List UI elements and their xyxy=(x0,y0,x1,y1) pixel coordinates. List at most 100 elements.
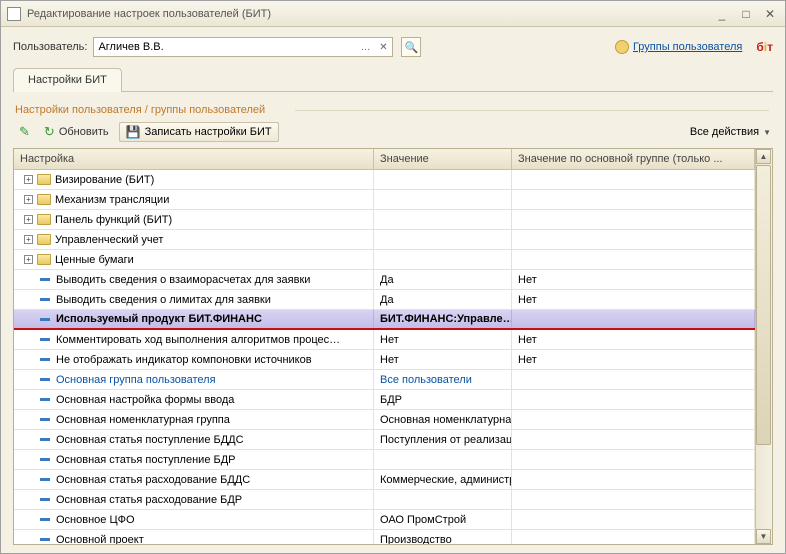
user-field[interactable] xyxy=(94,41,356,53)
table-row[interactable]: Комментировать ход выполнения алгоритмов… xyxy=(14,330,755,350)
cell-value[interactable]: Коммерческие, администра… xyxy=(374,470,512,489)
cell-group-value xyxy=(512,430,755,449)
search-button[interactable]: 🔍 xyxy=(401,37,421,57)
leaf-icon xyxy=(40,538,50,541)
expand-icon[interactable]: + xyxy=(24,175,33,184)
search-icon: 🔍 xyxy=(405,41,419,54)
cell-value[interactable] xyxy=(374,170,512,189)
cell-value[interactable] xyxy=(374,190,512,209)
table-row[interactable]: Основная настройка формы ввода БДР xyxy=(14,390,755,410)
row-label: Основная номенклатурная группа xyxy=(56,414,230,426)
cell-group-value xyxy=(512,450,755,469)
cell-value[interactable]: БИТ.ФИНАНС:Управле… xyxy=(374,310,512,328)
cell-name: Основная настройка формы ввода xyxy=(14,390,374,409)
save-settings-button[interactable]: 💾 Записать настройки БИТ xyxy=(119,122,279,142)
cell-group-value xyxy=(512,230,755,249)
minimize-button[interactable]: _ xyxy=(713,6,731,22)
leaf-icon xyxy=(40,458,50,461)
toolbar: ✎ ↻ Обновить 💾 Записать настройки БИТ Вс… xyxy=(13,118,773,148)
table-row[interactable]: Не отображать индикатор компоновки источ… xyxy=(14,350,755,370)
cell-value[interactable] xyxy=(374,450,512,469)
scroll-up-button[interactable]: ▲ xyxy=(756,149,771,164)
leaf-icon xyxy=(40,498,50,501)
chevron-down-icon: ▼ xyxy=(763,128,771,137)
table-row[interactable]: Основное ЦФООАО ПромСтрой xyxy=(14,510,755,530)
header-value[interactable]: Значение xyxy=(374,149,512,169)
cell-value[interactable]: Нет xyxy=(374,330,512,349)
expand-icon[interactable]: + xyxy=(24,215,33,224)
header-group-value[interactable]: Значение по основной группе (только ... xyxy=(512,149,755,169)
table-row[interactable]: Основная статья поступление БДР xyxy=(14,450,755,470)
groups-link[interactable]: Группы пользователя xyxy=(615,40,742,54)
edit-button[interactable]: ✎ xyxy=(15,122,34,142)
cell-name: + Управленческий учет xyxy=(14,230,374,249)
cell-name: Используемый продукт БИТ.ФИНАНС xyxy=(14,310,374,328)
cell-value[interactable] xyxy=(374,490,512,509)
cell-group-value xyxy=(512,370,755,389)
select-button[interactable]: … xyxy=(356,38,374,56)
header-name[interactable]: Настройка xyxy=(14,149,374,169)
scroll-down-button[interactable]: ▼ xyxy=(756,529,771,544)
row-label: Управленческий учет xyxy=(55,234,163,246)
cell-value[interactable]: ОАО ПромСтрой xyxy=(374,510,512,529)
maximize-button[interactable]: □ xyxy=(737,6,755,22)
cell-group-value xyxy=(512,250,755,269)
page-icon xyxy=(7,7,21,21)
table-row[interactable]: Основная номенклатурная группа Основная н… xyxy=(14,410,755,430)
leaf-icon xyxy=(40,398,50,401)
cell-value[interactable]: Все пользователи xyxy=(374,370,512,389)
vertical-scrollbar[interactable]: ▲ ▼ xyxy=(755,149,772,544)
leaf-icon xyxy=(40,338,50,341)
cell-value[interactable]: Производство xyxy=(374,530,512,544)
row-label: Основная настройка формы ввода xyxy=(56,394,234,406)
tabs: Настройки БИТ xyxy=(13,67,773,92)
cell-value[interactable]: Нет xyxy=(374,350,512,369)
close-button[interactable]: ✕ xyxy=(761,6,779,22)
expand-icon[interactable]: + xyxy=(24,255,33,264)
refresh-button[interactable]: ↻ Обновить xyxy=(40,122,113,142)
table-row[interactable]: Основной проектПроизводство xyxy=(14,530,755,544)
cell-value[interactable] xyxy=(374,210,512,229)
table-row[interactable]: Выводить сведения о взаиморасчетах для з… xyxy=(14,270,755,290)
user-field-wrap[interactable]: … ✕ xyxy=(93,37,393,57)
cell-value[interactable]: Поступления от реализаци… xyxy=(374,430,512,449)
cell-name: Основное ЦФО xyxy=(14,510,374,529)
table-row[interactable]: Основная группа пользователяВсе пользова… xyxy=(14,370,755,390)
table-row[interactable]: Выводить сведения о лимитах для заявкиДа… xyxy=(14,290,755,310)
folder-icon xyxy=(37,254,51,265)
leaf-icon xyxy=(40,418,50,421)
cell-value[interactable]: Основная номенклатурная … xyxy=(374,410,512,429)
table-row[interactable]: Основная статья расходование БДР xyxy=(14,490,755,510)
cell-group-value: Нет xyxy=(512,330,755,349)
expand-icon[interactable]: + xyxy=(24,195,33,204)
leaf-icon xyxy=(40,298,50,301)
table-row[interactable]: Основная статья расходование БДДСКоммерч… xyxy=(14,470,755,490)
folder-icon xyxy=(37,174,51,185)
cell-value[interactable]: Да xyxy=(374,270,512,289)
clear-button[interactable]: ✕ xyxy=(374,38,392,56)
row-label: Визирование (БИТ) xyxy=(55,174,154,186)
cell-value[interactable] xyxy=(374,230,512,249)
table-row[interactable]: + Управленческий учет xyxy=(14,230,755,250)
table-row[interactable]: +Панель функций (БИТ) xyxy=(14,210,755,230)
table-row[interactable]: + Визирование (БИТ) xyxy=(14,170,755,190)
table-row[interactable]: +Механизм трансляции xyxy=(14,190,755,210)
table-row[interactable]: Основная статья поступление БДДСПоступле… xyxy=(14,430,755,450)
grid-headers: Настройка Значение Значение по основной … xyxy=(14,149,755,170)
expand-icon[interactable]: + xyxy=(24,235,33,244)
tab-settings-bit[interactable]: Настройки БИТ xyxy=(13,68,122,92)
cell-name: Выводить сведения о лимитах для заявки xyxy=(14,290,374,309)
cell-value[interactable]: БДР xyxy=(374,390,512,409)
bit-icon[interactable]: біт xyxy=(756,40,773,54)
user-row: Пользователь: … ✕ 🔍 Группы пользователя … xyxy=(13,37,773,57)
cell-name: + Визирование (БИТ) xyxy=(14,170,374,189)
cell-value[interactable] xyxy=(374,250,512,269)
cell-group-value: Нет xyxy=(512,290,755,309)
table-row[interactable]: +Ценные бумаги xyxy=(14,250,755,270)
cell-name: Выводить сведения о взаиморасчетах для з… xyxy=(14,270,374,289)
all-actions-menu[interactable]: Все действия ▼ xyxy=(690,126,771,138)
table-row[interactable]: Используемый продукт БИТ.ФИНАНСБИТ.ФИНАН… xyxy=(14,310,755,330)
cell-value[interactable]: Да xyxy=(374,290,512,309)
cell-group-value xyxy=(512,530,755,544)
scroll-thumb[interactable] xyxy=(756,165,771,445)
